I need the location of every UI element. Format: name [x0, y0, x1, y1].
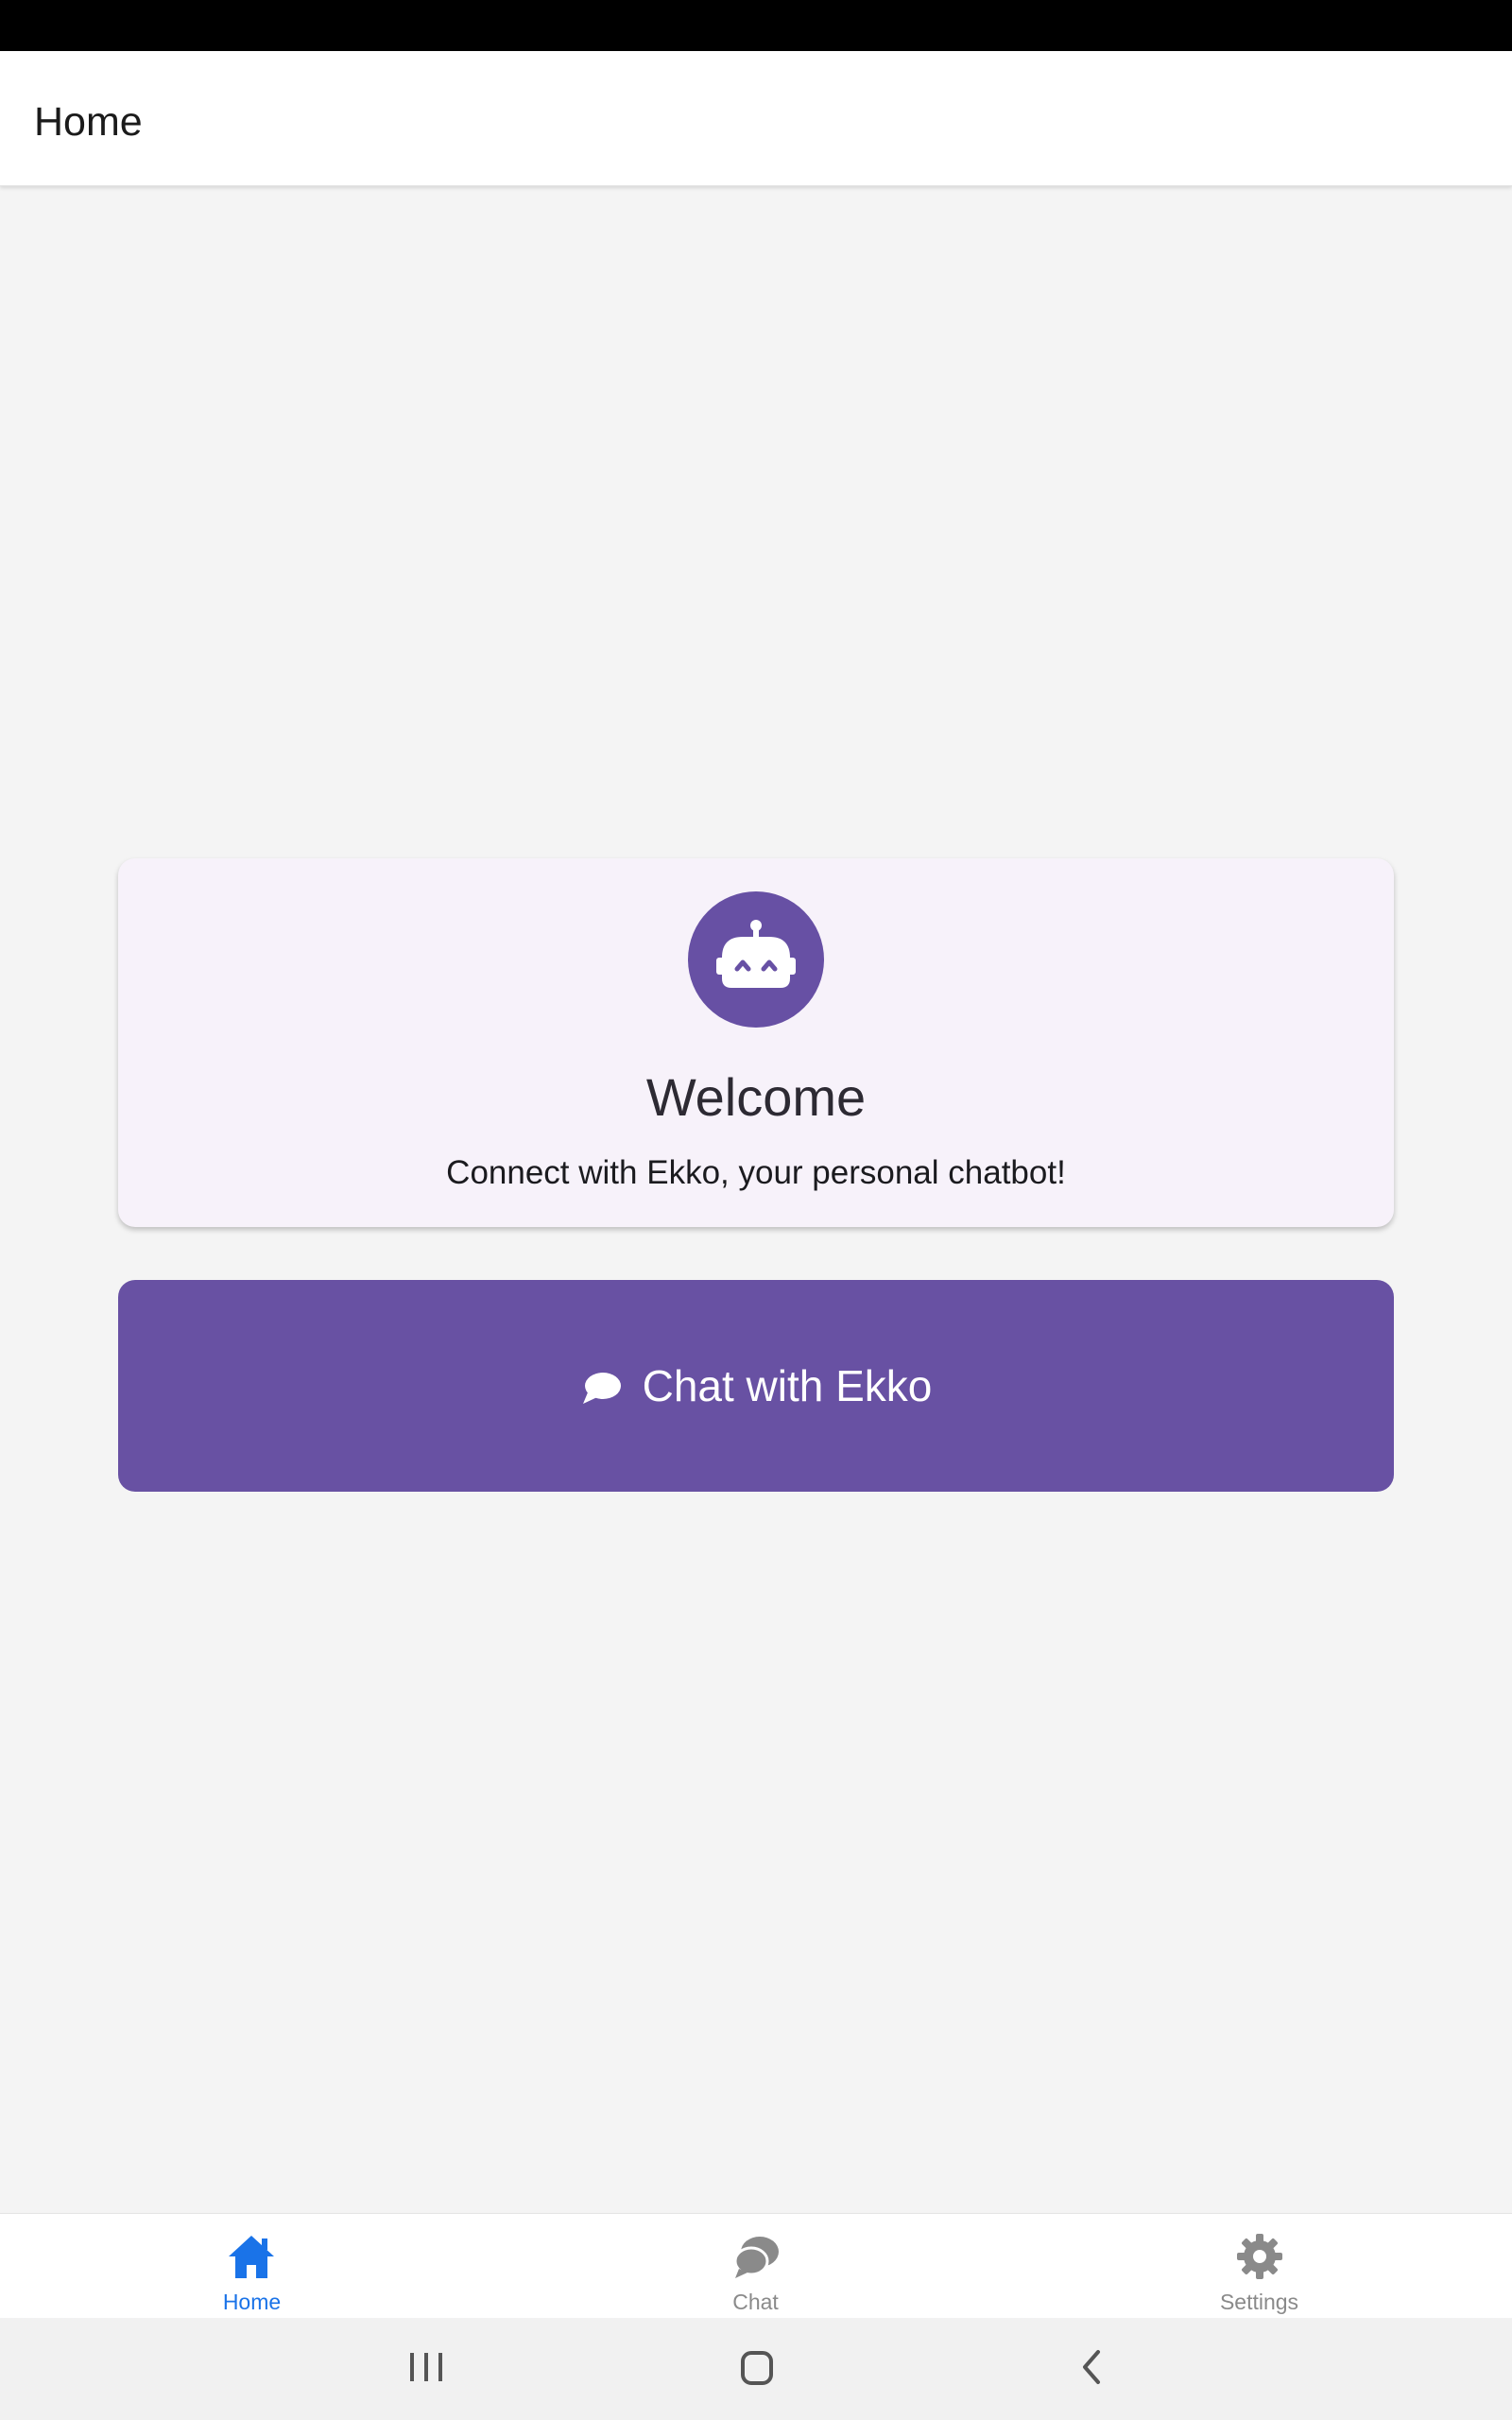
nav-item-home[interactable]: Home — [0, 2214, 504, 2319]
nav-item-settings[interactable]: Settings — [1007, 2214, 1511, 2319]
home-icon — [229, 2236, 274, 2278]
chat-button-content: Chat with Ekko — [118, 1280, 1394, 1492]
app-header: Home — [0, 51, 1512, 186]
gear-icon — [1237, 2234, 1282, 2279]
bottom-navigation: Home Chat Settings — [0, 2213, 1512, 2318]
robot-icon — [716, 920, 796, 988]
bot-avatar — [688, 891, 824, 1028]
system-home-button[interactable] — [700, 2318, 814, 2420]
back-icon — [1083, 2350, 1100, 2384]
recent-apps-icon — [410, 2353, 442, 2381]
welcome-title: Welcome — [645, 1067, 867, 1127]
app-screen: Home Welcome Connect with Ekko, your per… — [0, 0, 1512, 2420]
recent-apps-button[interactable] — [369, 2318, 483, 2420]
chat-icon — [733, 2237, 779, 2278]
nav-label-chat: Chat — [732, 2290, 779, 2314]
system-navigation-bar — [0, 2318, 1512, 2420]
chat-button-label: Chat with Ekko — [642, 1361, 933, 1410]
nav-item-chat[interactable]: Chat — [504, 2214, 1007, 2319]
page-title: Home — [34, 99, 143, 145]
chat-with-ekko-button[interactable]: Chat with Ekko — [118, 1280, 1394, 1492]
chat-bubble-icon — [582, 1373, 621, 1404]
status-bar — [0, 0, 1512, 51]
home-circle-icon — [741, 2351, 773, 2385]
welcome-subtitle: Connect with Ekko, your personal chatbot… — [446, 1154, 1066, 1191]
welcome-card: Welcome Connect with Ekko, your personal… — [118, 858, 1394, 1227]
nav-label-settings: Settings — [1219, 2290, 1299, 2314]
back-button[interactable] — [1033, 2318, 1146, 2420]
nav-label-home: Home — [222, 2290, 282, 2314]
